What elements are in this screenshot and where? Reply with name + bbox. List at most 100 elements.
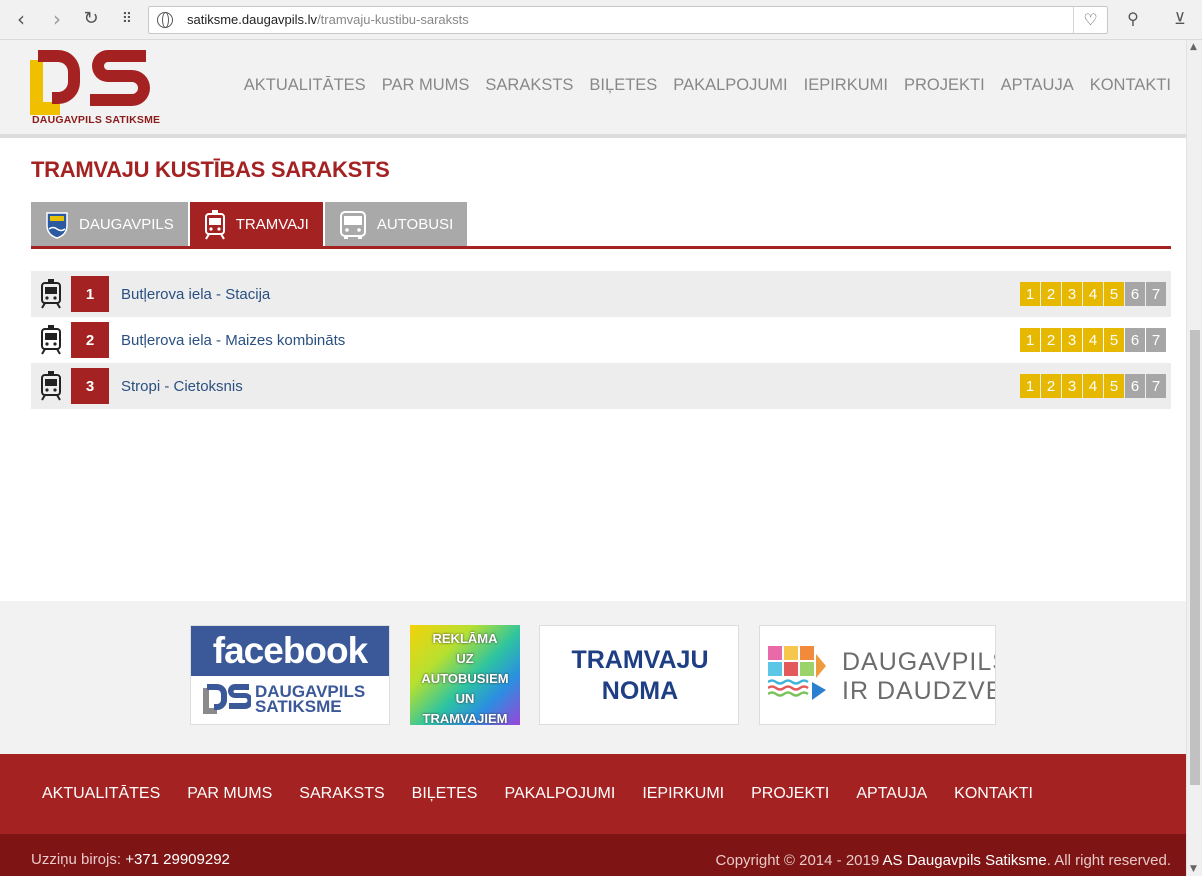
nav-projekti[interactable]: PROJEKTI [904,76,985,95]
reklama-line: AUTOBUSIEM [421,671,509,686]
nav-biletes[interactable]: BIĻETES [589,76,657,95]
scroll-up-icon[interactable]: ▲ [1190,42,1197,52]
route-name-link[interactable]: Butļerova iela - Stacija [121,286,270,303]
footer-link-par-mums[interactable]: PAR MUMS [187,785,272,803]
route-name-link[interactable]: Butļerova iela - Maizes kombināts [121,332,345,349]
day-button[interactable]: 6 [1125,328,1145,352]
day-button[interactable]: 4 [1083,374,1103,398]
tab-label: AUTOBUSI [376,216,454,233]
route-number: 2 [71,322,109,358]
copyright-prefix: Copyright © 2014 - 2019 [715,852,880,869]
transport-tabs: DAUGAVPILS TRAMVAJI AUTOBUSI [31,202,470,247]
day-button[interactable]: 6 [1125,282,1145,306]
footer-link-biletes[interactable]: BIĻETES [412,785,478,803]
forward-icon[interactable]: › [44,6,70,32]
footer-link-saraksts[interactable]: SARAKSTS [299,785,384,803]
reklama-line: UN [455,691,475,706]
day-button[interactable]: 3 [1062,282,1082,306]
footer-bottom: Uzziņu birojs: +371 29909292 Copyright ©… [0,834,1186,876]
weekday-selector: 1 2 3 4 5 6 7 [1020,282,1166,306]
download-icon[interactable]: ⊻ [1167,6,1193,32]
day-button[interactable]: 7 [1146,282,1166,306]
tab-label: DAUGAVPILS [79,216,174,233]
scroll-down-icon[interactable]: ▼ [1190,864,1197,874]
footer-link-projekti[interactable]: PROJEKTI [751,785,829,803]
day-button[interactable]: 2 [1041,374,1061,398]
facebook-wordmark: facebook [191,626,389,676]
site-header: DAUGAVPILS SATIKSME AKTUALITĀTES PAR MUM… [0,40,1186,138]
scrollbar-thumb[interactable] [1190,330,1200,785]
facebook-banner[interactable]: facebook DAUGAVPILS SATIKSME [190,625,390,725]
day-button[interactable]: 1 [1020,282,1040,306]
address-bar[interactable]: satiksme.daugavpils.lv/tramvaju-kustibu-… [148,6,1108,34]
page-title: TRAMVAJU KUSTĪBAS SARAKSTS [31,157,390,182]
route-row: 3 Stropi - Cietoksnis 1 2 3 4 5 6 7 [31,363,1171,409]
weekday-selector: 1 2 3 4 5 6 7 [1020,328,1166,352]
bus-icon [339,210,366,239]
footer-link-iepirkumi[interactable]: IEPIRKUMI [642,785,724,803]
heart-icon[interactable]: ♡ [1073,7,1107,33]
day-button[interactable]: 3 [1062,374,1082,398]
scrollbar[interactable]: ▲ ▼ [1186,40,1202,876]
day-button[interactable]: 4 [1083,328,1103,352]
nav-iepirkumi[interactable]: IEPIRKUMI [804,76,888,95]
day-button[interactable]: 7 [1146,374,1166,398]
footer-link-pakalpojumi[interactable]: PAKALPOJUMI [504,785,615,803]
tram-icon [31,271,71,317]
reload-icon[interactable]: ↻ [78,6,104,32]
main-nav: AKTUALITĀTES PAR MUMS SARAKSTS BIĻETES P… [244,76,1171,95]
nav-aptauja[interactable]: APTAUJA [1001,76,1074,95]
ds-logo-icon [203,684,251,714]
daudz-line1: DAUGAVPILS [842,648,996,676]
day-button[interactable]: 7 [1146,328,1166,352]
facebook-line2: SATIKSME [255,697,342,716]
day-button[interactable]: 2 [1041,282,1061,306]
copyright: Copyright © 2014 - 2019 AS Daugavpils Sa… [716,852,1171,869]
day-button[interactable]: 5 [1104,328,1124,352]
route-row: 1 Butļerova iela - Stacija 1 2 3 4 5 6 7 [31,271,1171,317]
back-icon[interactable]: ‹ [8,6,34,32]
tram-rental-banner[interactable]: TRAMVAJU NOMA [539,625,739,725]
address-url[interactable]: satiksme.daugavpils.lv/tramvaju-kustibu-… [187,12,469,27]
day-button[interactable]: 5 [1104,282,1124,306]
browser-toolbar: ‹ › ↻ ⠿ satiksme.daugavpils.lv/tramvaju-… [0,0,1202,40]
globe-icon [157,12,173,28]
day-button[interactable]: 6 [1125,374,1145,398]
tab-autobusi[interactable]: AUTOBUSI [324,202,470,247]
nav-par-mums[interactable]: PAR MUMS [382,76,470,95]
day-button[interactable]: 2 [1041,328,1061,352]
tab-tramvaji[interactable]: TRAMVAJI [189,202,325,247]
footer-link-aktualitates[interactable]: AKTUALITĀTES [42,785,160,803]
info-label: Uzziņu birojs: [31,851,122,868]
nav-saraksts[interactable]: SARAKSTS [485,76,573,95]
footer-link-aptauja[interactable]: APTAUJA [856,785,927,803]
copyright-suffix: . All right reserved. [1046,852,1171,869]
nav-kontakti[interactable]: KONTAKTI [1090,76,1171,95]
route-name-link[interactable]: Stropi - Cietoksnis [121,378,243,395]
apps-grid-icon[interactable]: ⠿ [114,6,140,32]
tram-icon [31,317,71,363]
weekday-selector: 1 2 3 4 5 6 7 [1020,374,1166,398]
diversity-banner[interactable]: DAUGAVPILS IR DAUDZVEIDĪBA [759,625,996,725]
day-button[interactable]: 1 [1020,374,1040,398]
tab-daugavpils[interactable]: DAUGAVPILS [31,202,190,247]
route-number: 1 [71,276,109,312]
day-button[interactable]: 1 [1020,328,1040,352]
footer-link-kontakti[interactable]: KONTAKTI [954,785,1033,803]
route-row: 2 Butļerova iela - Maizes kombināts 1 2 … [31,317,1171,363]
tram-icon [204,209,225,240]
extension-icon[interactable]: ⚲ [1120,6,1146,32]
day-button[interactable]: 4 [1083,282,1103,306]
advertising-banner[interactable]: REKLĀMA UZ AUTOBUSIEM UN TRAMVAJIEM [410,625,520,725]
tab-label: TRAMVAJI [235,216,309,233]
route-number: 3 [71,368,109,404]
nav-pakalpojumi[interactable]: PAKALPOJUMI [673,76,787,95]
route-list: 1 Butļerova iela - Stacija 1 2 3 4 5 6 7… [31,271,1171,409]
nav-aktualitates[interactable]: AKTUALITĀTES [244,76,366,95]
day-button[interactable]: 3 [1062,328,1082,352]
info-line: Uzziņu birojs: +371 29909292 [31,851,230,868]
day-button[interactable]: 5 [1104,374,1124,398]
reklama-line: UZ [456,651,474,666]
info-phone[interactable]: +371 29909292 [125,851,230,868]
coat-of-arms-icon [46,211,68,239]
